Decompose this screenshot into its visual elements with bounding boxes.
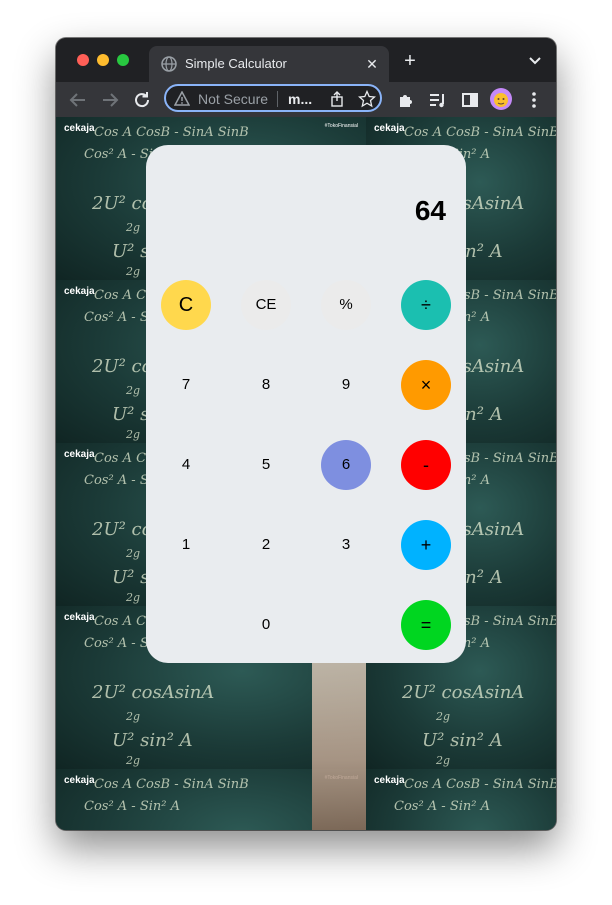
calculator-display: 64 [414,195,446,226]
background-formula: 2g [436,710,451,723]
background-formula: U² sin² A [112,730,193,751]
extensions-puzzle-icon[interactable] [396,90,416,110]
bookmark-star-icon[interactable] [358,90,376,108]
browser-toolbar: Not Secure m... [56,82,556,117]
background-logo: cekaja [64,449,95,460]
two-button[interactable]: 2 [241,520,291,570]
divide-button[interactable]: ÷ [401,280,451,330]
background-formula: 2g [126,221,141,234]
background-logo: cekaja [64,612,95,623]
equals-button[interactable]: = [401,600,451,650]
eight-button[interactable]: 8 [241,360,291,410]
media-playlist-icon[interactable] [428,90,448,110]
globe-icon [161,56,177,72]
warning-icon [174,91,190,106]
add-button[interactable]: + [401,520,451,570]
url-text: m... [288,91,313,107]
clear-entry-button[interactable]: CE [241,280,291,330]
tab-simple-calculator[interactable]: Simple Calculator ✕ [149,46,389,82]
back-arrow-icon[interactable] [68,90,88,110]
background-formula: Cos² A - Sin² A [84,799,181,814]
teacher-figure [312,657,366,830]
background-formula: 2U² cosAsinA [402,682,525,703]
background-formula: Cos A CosB - SinA SinB [404,125,556,140]
background-formula: 2U² cosAsinA [92,682,215,703]
profile-emoji-icon [494,93,508,107]
four-button[interactable]: 4 [161,440,211,490]
page-content: cekaja #TokoFinansial Cos A CosB - SinA Si… [56,117,556,830]
background-formula: 2g [126,428,141,441]
close-window-button[interactable] [77,54,89,66]
background-formula: Cos A CosB - SinA SinB [404,777,556,792]
browser-window: Simple Calculator ✕ + Not Secure m... ce… [56,38,556,830]
background-formula: 2g [126,754,141,767]
subtract-button[interactable]: - [401,440,451,490]
address-divider [277,91,278,107]
seven-button[interactable]: 7 [161,360,211,410]
forward-arrow-icon[interactable] [100,90,120,110]
background-formula: Cos A CosB - SinA SinB [94,125,249,140]
calculator-panel: 64 C CE % ÷ 7 8 9 × 4 5 6 - 1 2 3 + 0 = [146,145,466,663]
minimize-window-button[interactable] [97,54,109,66]
six-button[interactable]: 6 [321,440,371,490]
three-button[interactable]: 3 [321,520,371,570]
background-formula: Cos A CosB - SinA SinB [94,777,249,792]
profile-avatar[interactable] [490,88,512,110]
multiply-button[interactable]: × [401,360,451,410]
background-logo: cekaja [64,123,95,134]
percent-button[interactable]: % [321,280,371,330]
tab-close-button[interactable]: ✕ [363,55,381,73]
background-tag: #TokoFinansial [324,123,358,129]
share-icon[interactable] [328,90,346,108]
reload-icon[interactable] [132,90,152,110]
clear-button[interactable]: C [161,280,211,330]
nine-button[interactable]: 9 [321,360,371,410]
chevron-down-icon[interactable] [528,54,542,68]
maximize-window-button[interactable] [117,54,129,66]
tab-title: Simple Calculator [185,56,287,71]
background-formula: 2g [126,547,141,560]
background-logo: cekaja [64,286,95,297]
security-label: Not Secure [198,91,269,107]
background-formula: 2g [126,265,141,278]
one-button[interactable]: 1 [161,520,211,570]
background-formula: Cos² A - Sin² A [394,799,491,814]
more-menu-icon[interactable] [524,90,544,110]
side-panel-icon[interactable] [460,90,480,110]
background-tile: cekajaCos A CosB - SinA SinB Cos² A - Sin… [366,769,556,830]
new-tab-button[interactable]: + [400,51,420,72]
tab-strip: Simple Calculator ✕ + [56,38,556,82]
address-bar[interactable]: Not Secure m... [164,84,382,112]
background-formula: 2g [436,754,451,767]
five-button[interactable]: 5 [241,440,291,490]
zero-button[interactable]: 0 [241,600,291,650]
background-formula: 2g [126,591,141,604]
background-formula: 2g [126,384,141,397]
background-formula: U² sin² A [422,730,503,751]
background-logo: cekaja [64,775,95,786]
background-logo: cekaja [374,123,405,134]
background-logo: cekaja [374,775,405,786]
background-formula: 2g [126,710,141,723]
